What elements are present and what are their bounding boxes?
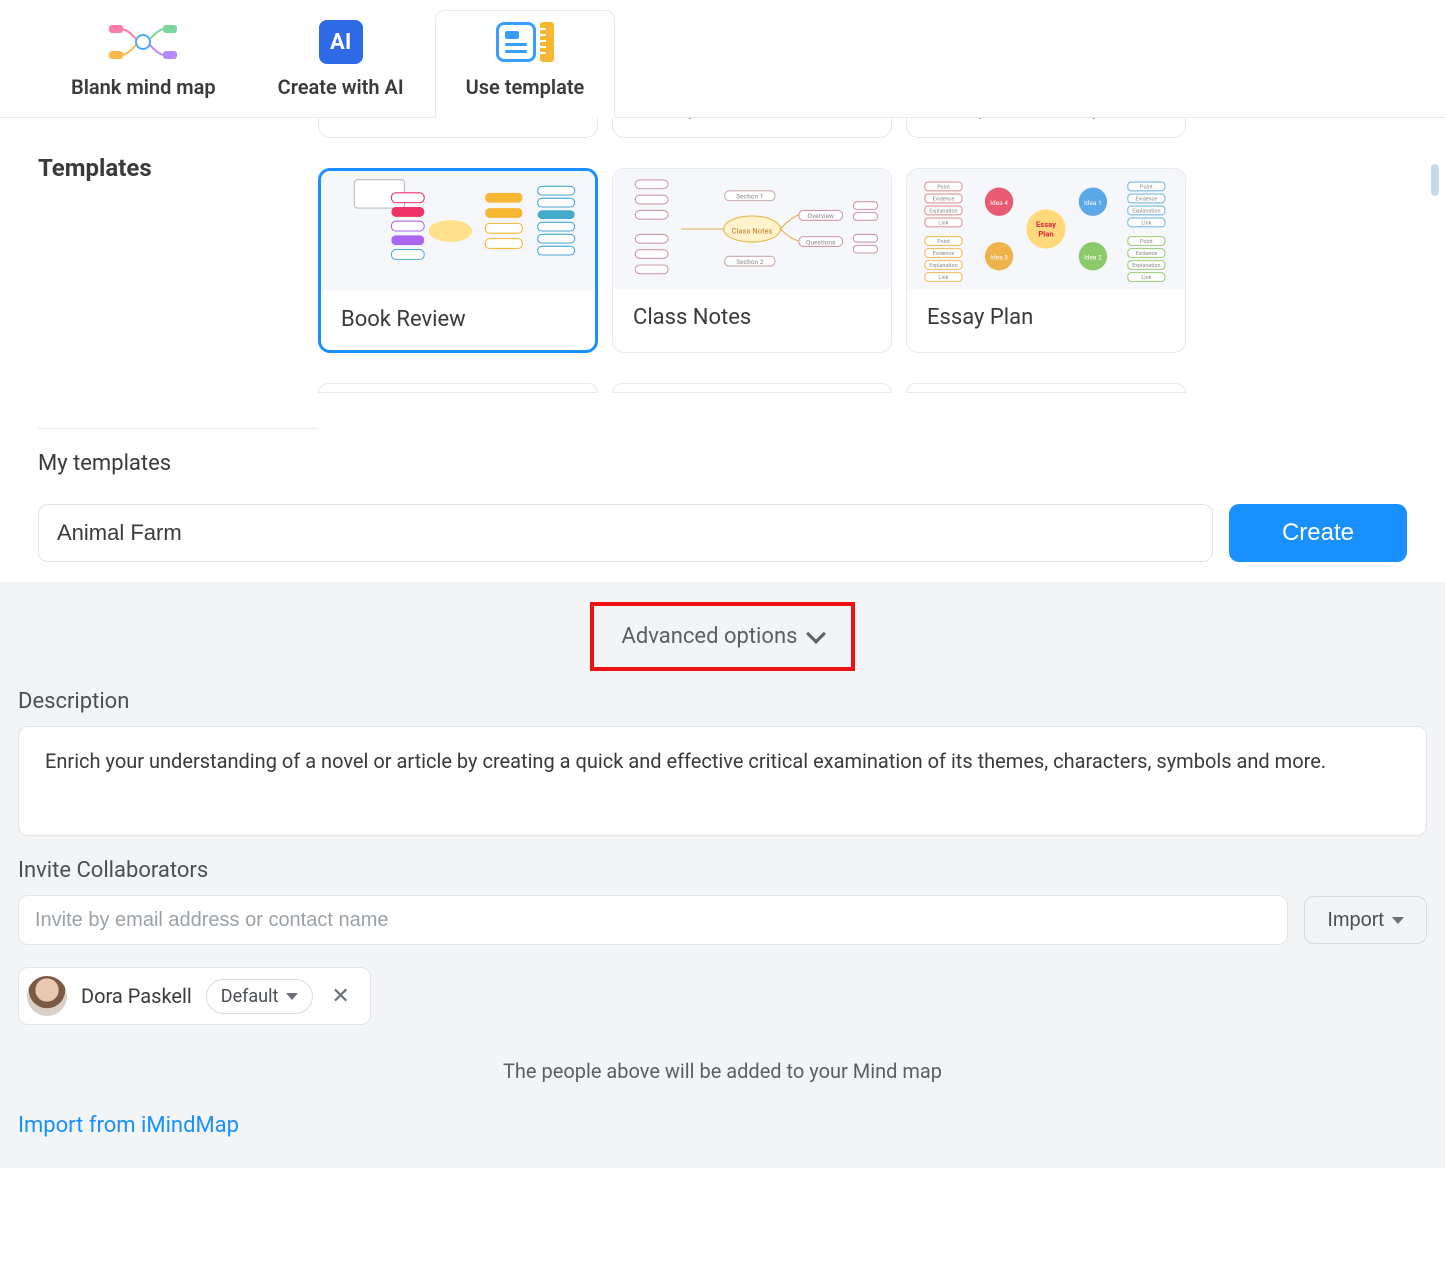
template-card-label: Book Review (321, 291, 595, 350)
svg-text:Link: Link (938, 221, 948, 227)
svg-text:Idea 1: Idea 1 (1084, 199, 1102, 207)
svg-text:Overview: Overview (807, 212, 834, 220)
template-card[interactable] (318, 383, 598, 393)
template-card-class-notes[interactable]: Class Notes Section 1 Section 2 Overview… (612, 168, 892, 353)
template-thumb: Class Notes Section 1 Section 2 Overview… (613, 169, 891, 289)
svg-text:Link: Link (1141, 221, 1151, 227)
advanced-options-label: Advanced options (622, 624, 798, 649)
template-card[interactable]: 20 Bad Habits of Int... (318, 118, 598, 138)
invite-label: Invite Collaborators (18, 858, 1427, 883)
collaborator-name: Dora Paskell (81, 984, 192, 1008)
description-textarea[interactable]: Enrich your understanding of a novel or … (18, 726, 1427, 836)
svg-text:Section 1: Section 1 (736, 192, 763, 200)
svg-text:Evidence: Evidence (1136, 197, 1158, 203)
caret-down-icon (1392, 917, 1404, 924)
scrollbar-thumb[interactable] (1431, 164, 1439, 196)
collaborator-chip: Dora Paskell Default ✕ (18, 967, 371, 1025)
svg-text:Section 2: Section 2 (736, 258, 763, 266)
svg-text:Idea 4: Idea 4 (990, 199, 1008, 207)
description-label: Description (18, 689, 1427, 714)
svg-text:Point: Point (1140, 239, 1153, 245)
svg-text:Explanation: Explanation (929, 263, 957, 269)
svg-text:Idea 3: Idea 3 (990, 254, 1008, 262)
template-card[interactable] (906, 383, 1186, 393)
svg-text:Plan: Plan (1038, 230, 1053, 239)
svg-text:Evidence: Evidence (933, 197, 955, 203)
svg-text:Explanation: Explanation (929, 209, 957, 215)
template-card-label: 6 Daily Questions (613, 118, 891, 137)
template-card-label: 8-Step Leadership D... (907, 118, 1185, 137)
template-card[interactable]: 8-Step Leadership D... (906, 118, 1186, 138)
caret-down-icon (286, 993, 298, 1000)
template-thumb (321, 171, 595, 291)
template-thumb: Essay Plan Idea 4 Idea 3 Idea 1 Idea 2 P… (907, 169, 1185, 289)
mindmap-name-input[interactable] (38, 504, 1213, 562)
tab-blank-mind-map[interactable]: Blank mind map (40, 10, 247, 117)
template-card[interactable]: 6 Daily Questions (612, 118, 892, 138)
template-card-book-review[interactable]: Book Review (318, 168, 598, 353)
remove-collaborator-button[interactable]: ✕ (327, 983, 353, 1009)
svg-text:Explanation: Explanation (1132, 209, 1160, 215)
import-from-imindmap-link[interactable]: Import from iMindMap (18, 1113, 239, 1138)
template-card[interactable] (612, 383, 892, 393)
template-icon (496, 21, 554, 63)
svg-text:Explanation: Explanation (1132, 263, 1160, 269)
svg-text:Questions: Questions (806, 238, 836, 246)
svg-text:Link: Link (1141, 275, 1151, 281)
tab-create-with-ai[interactable]: AI Create with AI (247, 10, 435, 117)
advanced-options-toggle[interactable]: Advanced options (590, 602, 856, 671)
divider (38, 428, 318, 429)
tab-label: Blank mind map (71, 75, 216, 99)
svg-text:Essay: Essay (1036, 220, 1056, 229)
template-grid: 20 Bad Habits of Int... 6 Daily Question… (318, 118, 1427, 393)
ai-icon: AI (319, 21, 363, 63)
template-card-label: Class Notes (613, 289, 891, 348)
import-label: Import (1327, 909, 1384, 932)
role-label: Default (221, 986, 279, 1007)
mindmap-icon (103, 21, 183, 63)
svg-text:Point: Point (937, 239, 950, 245)
svg-text:Idea 2: Idea 2 (1084, 254, 1102, 262)
avatar (27, 976, 67, 1016)
import-button[interactable]: Import (1304, 896, 1427, 944)
svg-text:Point: Point (937, 185, 950, 191)
templates-heading: Templates (38, 154, 318, 182)
svg-text:Link: Link (938, 275, 948, 281)
creation-tabs: Blank mind map AI Create with AI Use tem… (0, 0, 1445, 118)
create-button[interactable]: Create (1229, 504, 1407, 562)
svg-text:Class Notes: Class Notes (732, 226, 773, 235)
template-card-label: Essay Plan (907, 289, 1185, 348)
tab-label: Use template (466, 75, 585, 99)
template-card-label: 20 Bad Habits of Int... (319, 118, 597, 137)
collaborator-hint: The people above will be added to your M… (18, 1059, 1427, 1083)
svg-text:Evidence: Evidence (933, 251, 955, 257)
role-dropdown[interactable]: Default (206, 979, 314, 1014)
svg-text:Evidence: Evidence (1136, 251, 1158, 257)
invite-input[interactable] (18, 895, 1288, 945)
svg-text:Point: Point (1140, 185, 1153, 191)
tab-use-template[interactable]: Use template (435, 10, 616, 118)
my-templates-heading[interactable]: My templates (38, 451, 318, 476)
template-card-essay-plan[interactable]: Essay Plan Idea 4 Idea 3 Idea 1 Idea 2 P… (906, 168, 1186, 353)
chevron-down-icon (807, 624, 827, 644)
tab-label: Create with AI (278, 75, 404, 99)
